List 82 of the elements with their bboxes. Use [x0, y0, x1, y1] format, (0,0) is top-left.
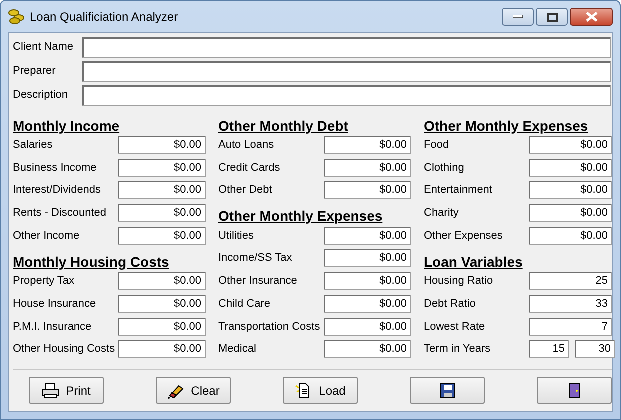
- field-label: Income/SS Tax: [218, 252, 294, 264]
- toolbar-button[interactable]: Clear: [156, 377, 231, 404]
- input-field[interactable]: $0.00: [324, 294, 411, 313]
- field-label: Food: [424, 139, 450, 152]
- toolbar-button[interactable]: [410, 377, 485, 404]
- input-field[interactable]: [82, 36, 611, 58]
- field-label: Medical: [218, 343, 258, 356]
- field-label: Entertainment: [424, 184, 494, 196]
- toolbar-button[interactable]: Print: [29, 377, 104, 404]
- input-field[interactable]: $0.00: [324, 318, 411, 336]
- input-field[interactable]: $0.00: [118, 136, 206, 154]
- input-field[interactable]: $0.00: [118, 272, 206, 290]
- field-label: Housing Ratio: [424, 275, 494, 288]
- input-field[interactable]: $0.00: [118, 294, 206, 313]
- input-field[interactable]: $0.00: [324, 226, 411, 245]
- printer-icon: [42, 382, 60, 398]
- field-label: Other Housing Costs: [13, 343, 116, 356]
- input-field[interactable]: $0.00: [324, 272, 411, 290]
- input-field[interactable]: $0.00: [118, 158, 206, 177]
- field-label: P.M.I. Insurance: [13, 320, 93, 333]
- maximize-button[interactable]: [536, 8, 568, 26]
- field-label: House Insurance: [13, 298, 98, 310]
- eraser-icon: [167, 382, 186, 398]
- input-field[interactable]: $0.00: [324, 249, 411, 268]
- field-label: Charity: [424, 207, 460, 220]
- input-field[interactable]: 15: [529, 340, 569, 358]
- section-heading: Other Monthly Expenses: [424, 116, 590, 134]
- field-label: Credit Cards: [218, 162, 282, 174]
- input-field[interactable]: $0.00: [118, 226, 206, 245]
- field-label: Debt Ratio: [424, 298, 477, 310]
- field-label: Auto Loans: [218, 139, 276, 152]
- field-label: Salaries: [13, 139, 54, 152]
- input-field[interactable]: $0.00: [529, 204, 612, 222]
- section-heading: Monthly Housing Costs: [13, 252, 170, 270]
- maximize-icon: [546, 12, 558, 22]
- input-field[interactable]: $0.00: [324, 158, 411, 177]
- minimize-icon: [513, 15, 523, 19]
- field-label: Term in Years: [424, 343, 492, 356]
- field-label: Rents - Discounted: [13, 207, 108, 220]
- field-label: Preparer: [13, 65, 57, 77]
- toolbar-button[interactable]: [537, 377, 612, 404]
- toolbar-button[interactable]: Load: [283, 377, 358, 404]
- field-label: Other Insurance: [218, 275, 298, 288]
- field-label: Business Income: [13, 162, 98, 174]
- section-heading: Monthly Income: [13, 116, 121, 134]
- close-icon: [586, 12, 598, 22]
- field-label: Interest/Dividends: [13, 184, 102, 196]
- input-field[interactable]: $0.00: [324, 181, 411, 200]
- close-button[interactable]: [570, 8, 613, 26]
- input-field[interactable]: 33: [529, 294, 612, 313]
- field-label: Child Care: [218, 298, 272, 310]
- field-label: Client Name: [13, 41, 75, 53]
- field-label: Other Debt: [218, 184, 274, 196]
- input-field[interactable]: $0.00: [118, 318, 206, 336]
- field-label: Transportation Costs: [218, 320, 322, 333]
- input-field[interactable]: 30: [575, 340, 615, 358]
- section-heading: Other Monthly Debt: [218, 116, 350, 134]
- section-heading: Loan Variables: [424, 252, 524, 270]
- field-label: Description: [13, 89, 70, 101]
- field-label: Property Tax: [13, 275, 76, 288]
- section-heading: Other Monthly Expenses: [218, 207, 384, 224]
- input-field[interactable]: $0.00: [529, 158, 612, 177]
- input-field[interactable]: 7: [529, 318, 612, 336]
- input-field[interactable]: $0.00: [118, 181, 206, 200]
- field-label: Other Income: [13, 230, 81, 242]
- coins-icon: [8, 8, 25, 25]
- input-field[interactable]: [82, 84, 611, 106]
- field-label: Other Expenses: [424, 230, 504, 242]
- field-label: Lowest Rate: [424, 320, 486, 333]
- input-field[interactable]: $0.00: [529, 136, 612, 154]
- input-field[interactable]: $0.00: [118, 340, 206, 358]
- input-field[interactable]: [82, 60, 611, 82]
- field-label: Utilities: [218, 230, 255, 242]
- input-field[interactable]: $0.00: [529, 181, 612, 200]
- window-title: Loan Qualificiation Analyzer: [30, 10, 180, 24]
- minimize-button[interactable]: [502, 8, 534, 26]
- input-field[interactable]: 25: [529, 272, 612, 290]
- input-field[interactable]: $0.00: [324, 340, 411, 358]
- field-label: Clothing: [424, 162, 466, 174]
- input-field[interactable]: $0.00: [324, 136, 411, 154]
- input-field[interactable]: $0.00: [118, 204, 206, 222]
- input-field[interactable]: $0.00: [529, 226, 612, 245]
